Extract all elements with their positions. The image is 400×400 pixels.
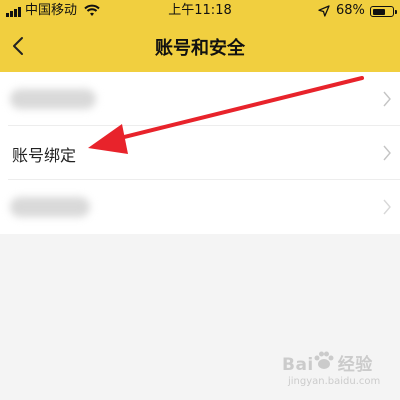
paw-icon: [314, 351, 334, 369]
location-icon: [318, 5, 330, 17]
page-title: 账号和安全: [155, 38, 245, 59]
battery-percent: 68%: [336, 3, 365, 18]
list-item[interactable]: [0, 72, 400, 126]
battery-tip: [395, 10, 397, 14]
list-item-label: 账号绑定: [12, 146, 77, 165]
battery-icon: [370, 6, 397, 17]
watermark: Bai 经验 jingyan.baidu.com: [282, 350, 394, 394]
chevron-right-icon: [383, 145, 391, 161]
status-bar: 中国移动 上午11:18 68%: [0, 0, 400, 24]
settings-list: 账号绑定: [0, 72, 400, 234]
blurred-label: [10, 197, 90, 217]
chevron-right-icon: [383, 199, 391, 215]
header: 中国移动 上午11:18 68% 账号和安全: [0, 0, 400, 82]
list-item-account-binding[interactable]: 账号绑定: [0, 126, 400, 180]
chevron-right-icon: [383, 91, 391, 107]
watermark-url: jingyan.baidu.com: [288, 376, 381, 387]
nav-bar: 账号和安全: [0, 24, 400, 68]
battery-level-fill: [372, 8, 385, 15]
blurred-label: [10, 89, 96, 109]
list-item[interactable]: [0, 180, 400, 234]
